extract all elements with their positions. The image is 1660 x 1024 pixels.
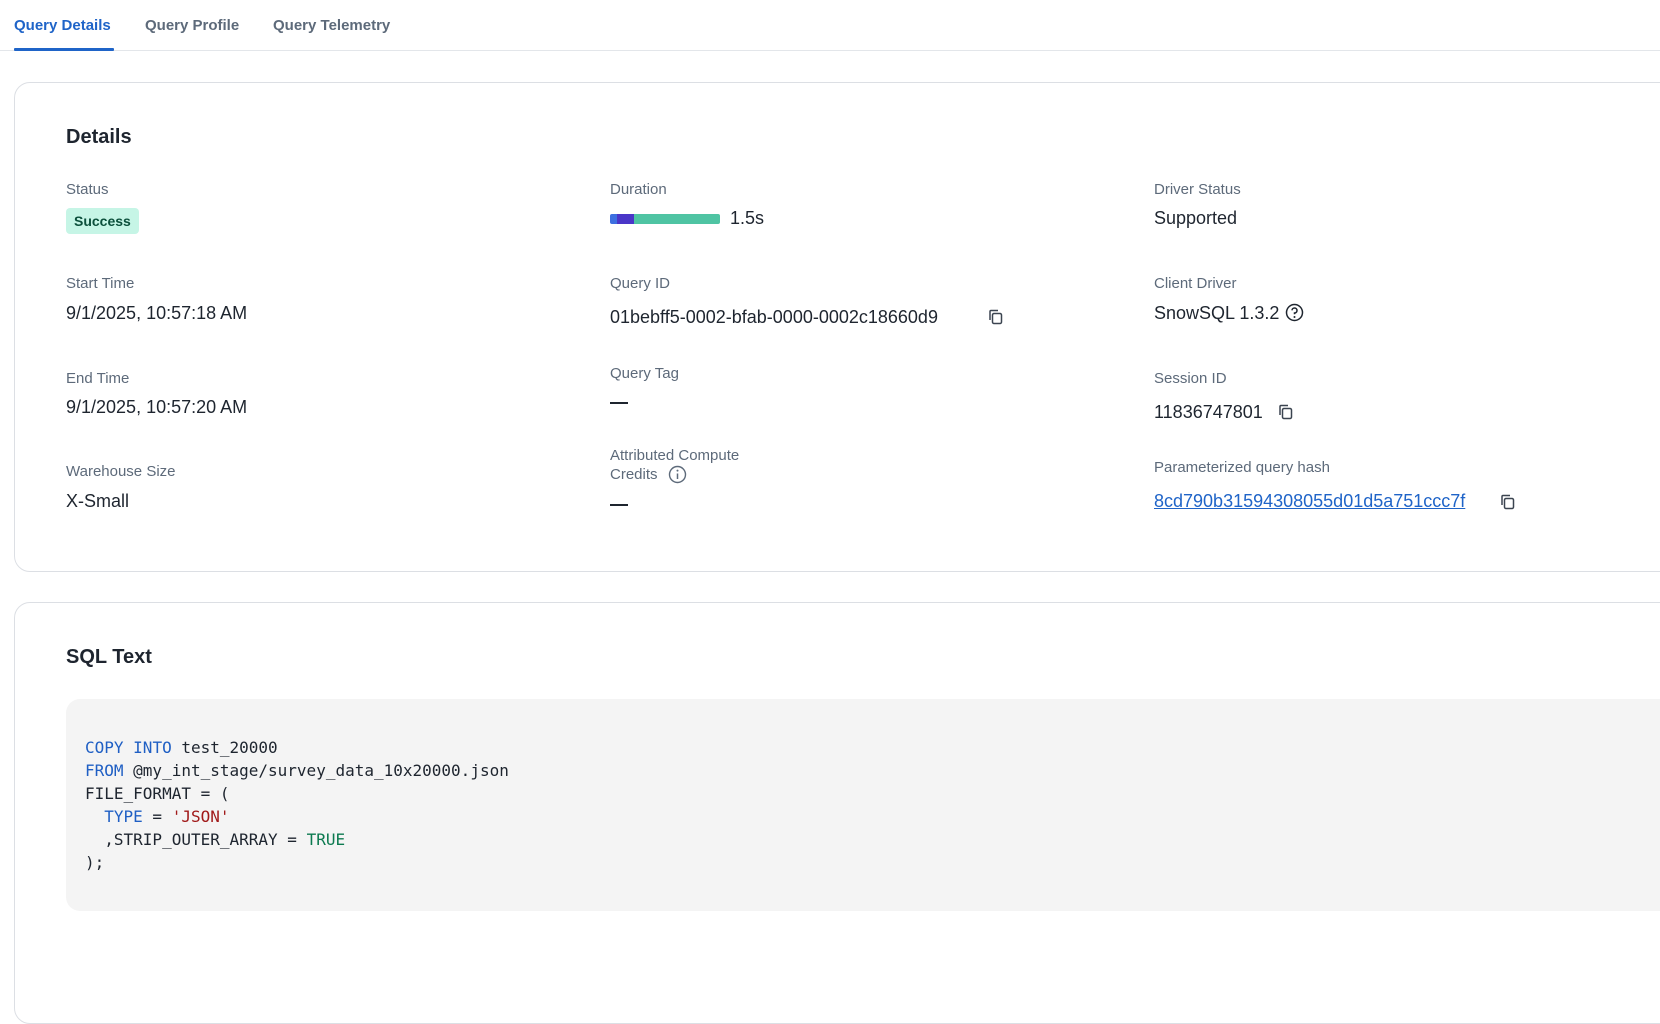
duration-label: Duration (610, 181, 667, 198)
status-label: Status (66, 181, 109, 198)
sql-keyword: COPY (85, 738, 124, 757)
sql-keyword: TYPE (104, 807, 143, 826)
query-tag-empty-dash (610, 402, 628, 404)
query-id-value[interactable]: 01bebff5-0002-bfab-0000-0002c18660d9 (610, 306, 938, 328)
attributed-credits-label-line2: Credits (610, 466, 658, 483)
sql-keyword: INTO (133, 738, 172, 757)
end-time-label: End Time (66, 370, 130, 387)
active-tab-indicator (14, 48, 114, 51)
warehouse-size-value: X-Small (66, 491, 130, 511)
sql-text: = (142, 807, 172, 826)
copy-session-id-icon[interactable] (1277, 403, 1295, 421)
sql-text: test_20000 (171, 738, 278, 757)
start-time-label: Start Time (66, 275, 135, 292)
copy-param-hash-icon[interactable] (1499, 493, 1517, 511)
client-driver-value: SnowSQL 1.3.2 (1154, 303, 1280, 323)
sql-title: SQL Text (66, 646, 152, 668)
duration-bar (610, 214, 720, 224)
tab-query-telemetry[interactable]: Query Telemetry (273, 17, 390, 34)
sql-keyword: FROM (85, 761, 124, 780)
info-icon[interactable] (668, 465, 687, 484)
start-time-value: 9/1/2025, 10:57:18 AM (66, 303, 248, 323)
sql-code: COPY INTO test_20000 FROM @my_int_stage/… (85, 736, 509, 874)
warehouse-size-label: Warehouse Size (66, 463, 176, 480)
copy-query-id-icon[interactable] (987, 308, 1005, 326)
param-hash-link[interactable]: 8cd790b31594308055d01d5a751ccc7f (1154, 490, 1465, 512)
duration-segment-1 (616, 214, 635, 224)
status-badge: Success (66, 208, 139, 234)
query-id-label: Query ID (610, 275, 671, 292)
param-hash-label: Parameterized query hash (1154, 459, 1330, 476)
details-card: Details Status Success Start Time 9/1/20… (14, 82, 1660, 572)
duration-value: 1.5s (730, 208, 765, 228)
attributed-credits-empty-dash (610, 504, 628, 506)
tab-query-profile[interactable]: Query Profile (145, 17, 239, 34)
sql-text: ); (85, 853, 105, 872)
sql-text: @my_int_stage/survey_data_10x20000.json (123, 761, 509, 780)
help-icon[interactable] (1285, 303, 1304, 322)
end-time-value: 9/1/2025, 10:57:20 AM (66, 397, 248, 417)
client-driver-label: Client Driver (1154, 275, 1237, 292)
sql-indent (85, 807, 104, 826)
session-id-label: Session ID (1154, 370, 1227, 387)
driver-status-value: Supported (1154, 208, 1238, 228)
sql-text: ,STRIP_OUTER_ARRAY = (85, 830, 307, 849)
tab-bar: Query Details Query Profile Query Teleme… (0, 0, 1660, 51)
duration-segment-2 (634, 214, 720, 224)
sql-code-block[interactable]: COPY INTO test_20000 FROM @my_int_stage/… (66, 699, 1660, 911)
duration-segment-0 (610, 214, 617, 224)
details-title: Details (66, 126, 132, 148)
driver-status-label: Driver Status (1154, 181, 1241, 198)
sql-string: 'JSON' (171, 807, 230, 826)
session-id-value[interactable]: 11836747801 (1154, 401, 1263, 423)
sql-boolean: TRUE (306, 830, 346, 849)
query-tag-label: Query Tag (610, 365, 679, 382)
sql-text: FILE_FORMAT = ( (85, 784, 230, 803)
sql-card: SQL Text COPY INTO test_20000 FROM @my_i… (14, 602, 1660, 1024)
attributed-credits-label-line1: Attributed Compute (610, 447, 740, 464)
tab-query-details[interactable]: Query Details (14, 17, 111, 34)
